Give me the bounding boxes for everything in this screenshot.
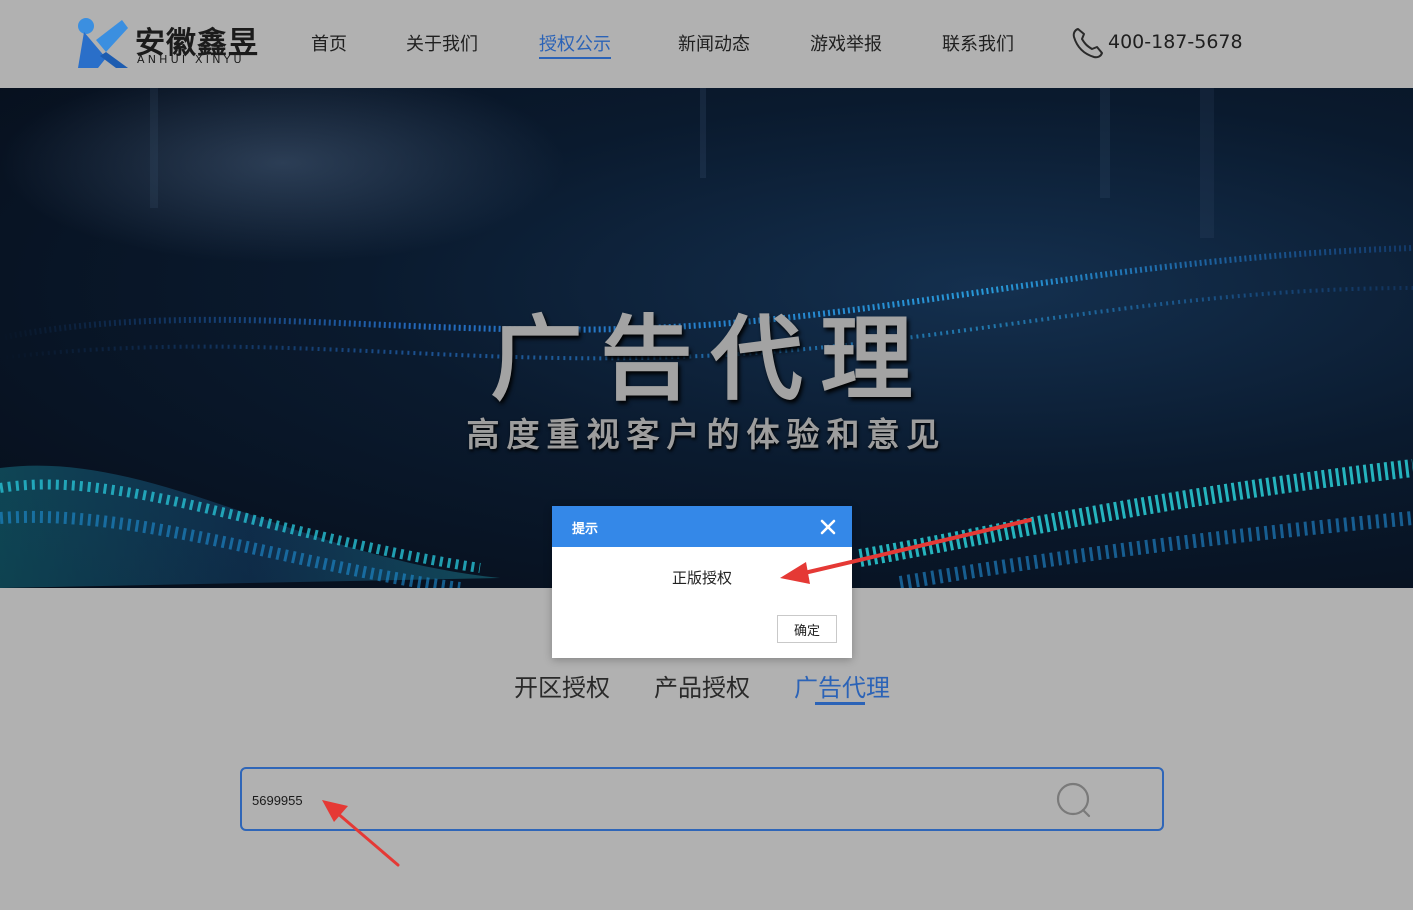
phone-icon (1072, 28, 1103, 59)
dialog-title: 提示 (572, 522, 599, 537)
site-header: 安徽鑫昱 ANHUI XINYU 首页 关于我们 授权公示 新闻动态 游戏举报 … (0, 0, 1413, 88)
logo[interactable]: 安徽鑫昱 ANHUI XINYU (76, 16, 266, 72)
active-tab-underline (815, 702, 865, 705)
banner-title: 广告代理 (490, 305, 931, 413)
search-input[interactable] (252, 787, 1032, 813)
phone-number: 400-187-5678 (1108, 31, 1243, 53)
banner-subtitle: 高度重视客户的体验和意见 (466, 415, 947, 454)
tab-ad-agency[interactable]: 广告代理 (794, 668, 890, 703)
search-box (240, 767, 1164, 831)
nav-report[interactable]: 游戏举报 (810, 30, 882, 56)
logo-mark-icon (78, 18, 128, 68)
nav-about[interactable]: 关于我们 (406, 30, 478, 56)
alert-dialog: 提示 正版授权 确定 (552, 506, 852, 658)
dialog-header: 提示 (552, 506, 852, 547)
tab-product-authorization[interactable]: 产品授权 (654, 668, 750, 703)
search-icon[interactable] (1054, 780, 1094, 820)
nav-contact[interactable]: 联系我们 (942, 30, 1014, 56)
close-icon[interactable] (818, 517, 838, 537)
logo-english-text: ANHUI XINYU (137, 53, 245, 66)
nav-news[interactable]: 新闻动态 (678, 30, 750, 56)
dialog-message: 正版授权 (671, 569, 732, 587)
nav-home[interactable]: 首页 (311, 30, 347, 56)
tab-server-authorization[interactable]: 开区授权 (514, 668, 610, 703)
nav-authorization[interactable]: 授权公示 (539, 30, 611, 59)
confirm-button[interactable]: 确定 (777, 615, 837, 643)
